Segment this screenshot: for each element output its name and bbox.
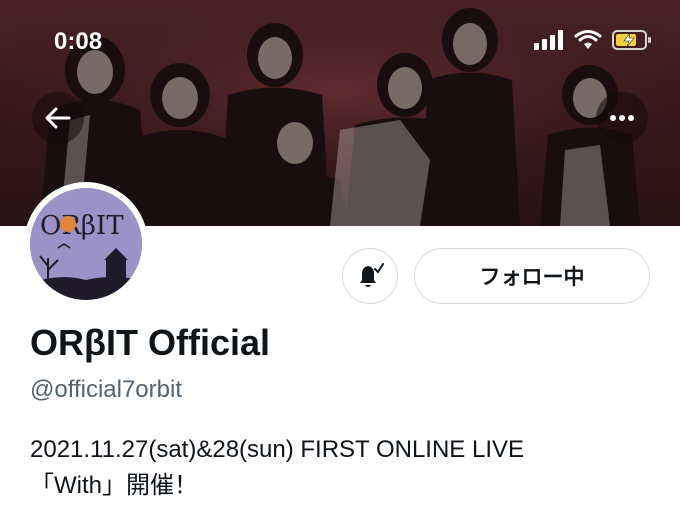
svg-text:ORβIT: ORβIT <box>40 211 124 241</box>
battery-charging-icon <box>612 30 651 50</box>
ellipsis-icon <box>610 115 634 121</box>
profile-bio: 2021.11.27(sat)&28(sun) FIRST ONLINE LIV… <box>30 432 660 504</box>
avatar-halloween-logo: ORβIT <box>30 188 142 300</box>
profile-avatar[interactable]: ORβIT <box>24 182 148 306</box>
signal-icon <box>534 30 563 50</box>
more-options-button[interactable] <box>596 92 648 144</box>
arrow-left-icon <box>45 107 71 129</box>
user-handle: @official7orbit <box>30 376 182 403</box>
bell-check-icon <box>360 263 384 287</box>
status-bar: 0:08 <box>0 0 680 70</box>
bio-line: 「With」開催！ <box>30 472 198 499</box>
display-name: ORβIT Official <box>30 322 270 363</box>
status-time: 0:08 <box>54 28 103 55</box>
bio-line: 2021.11.27(sat)&28(sun) FIRST ONLINE LIV… <box>30 436 525 463</box>
back-button[interactable] <box>32 92 84 144</box>
notifications-button[interactable] <box>342 248 398 304</box>
following-button[interactable]: フォロー中 <box>414 248 650 304</box>
wifi-icon <box>574 30 602 49</box>
